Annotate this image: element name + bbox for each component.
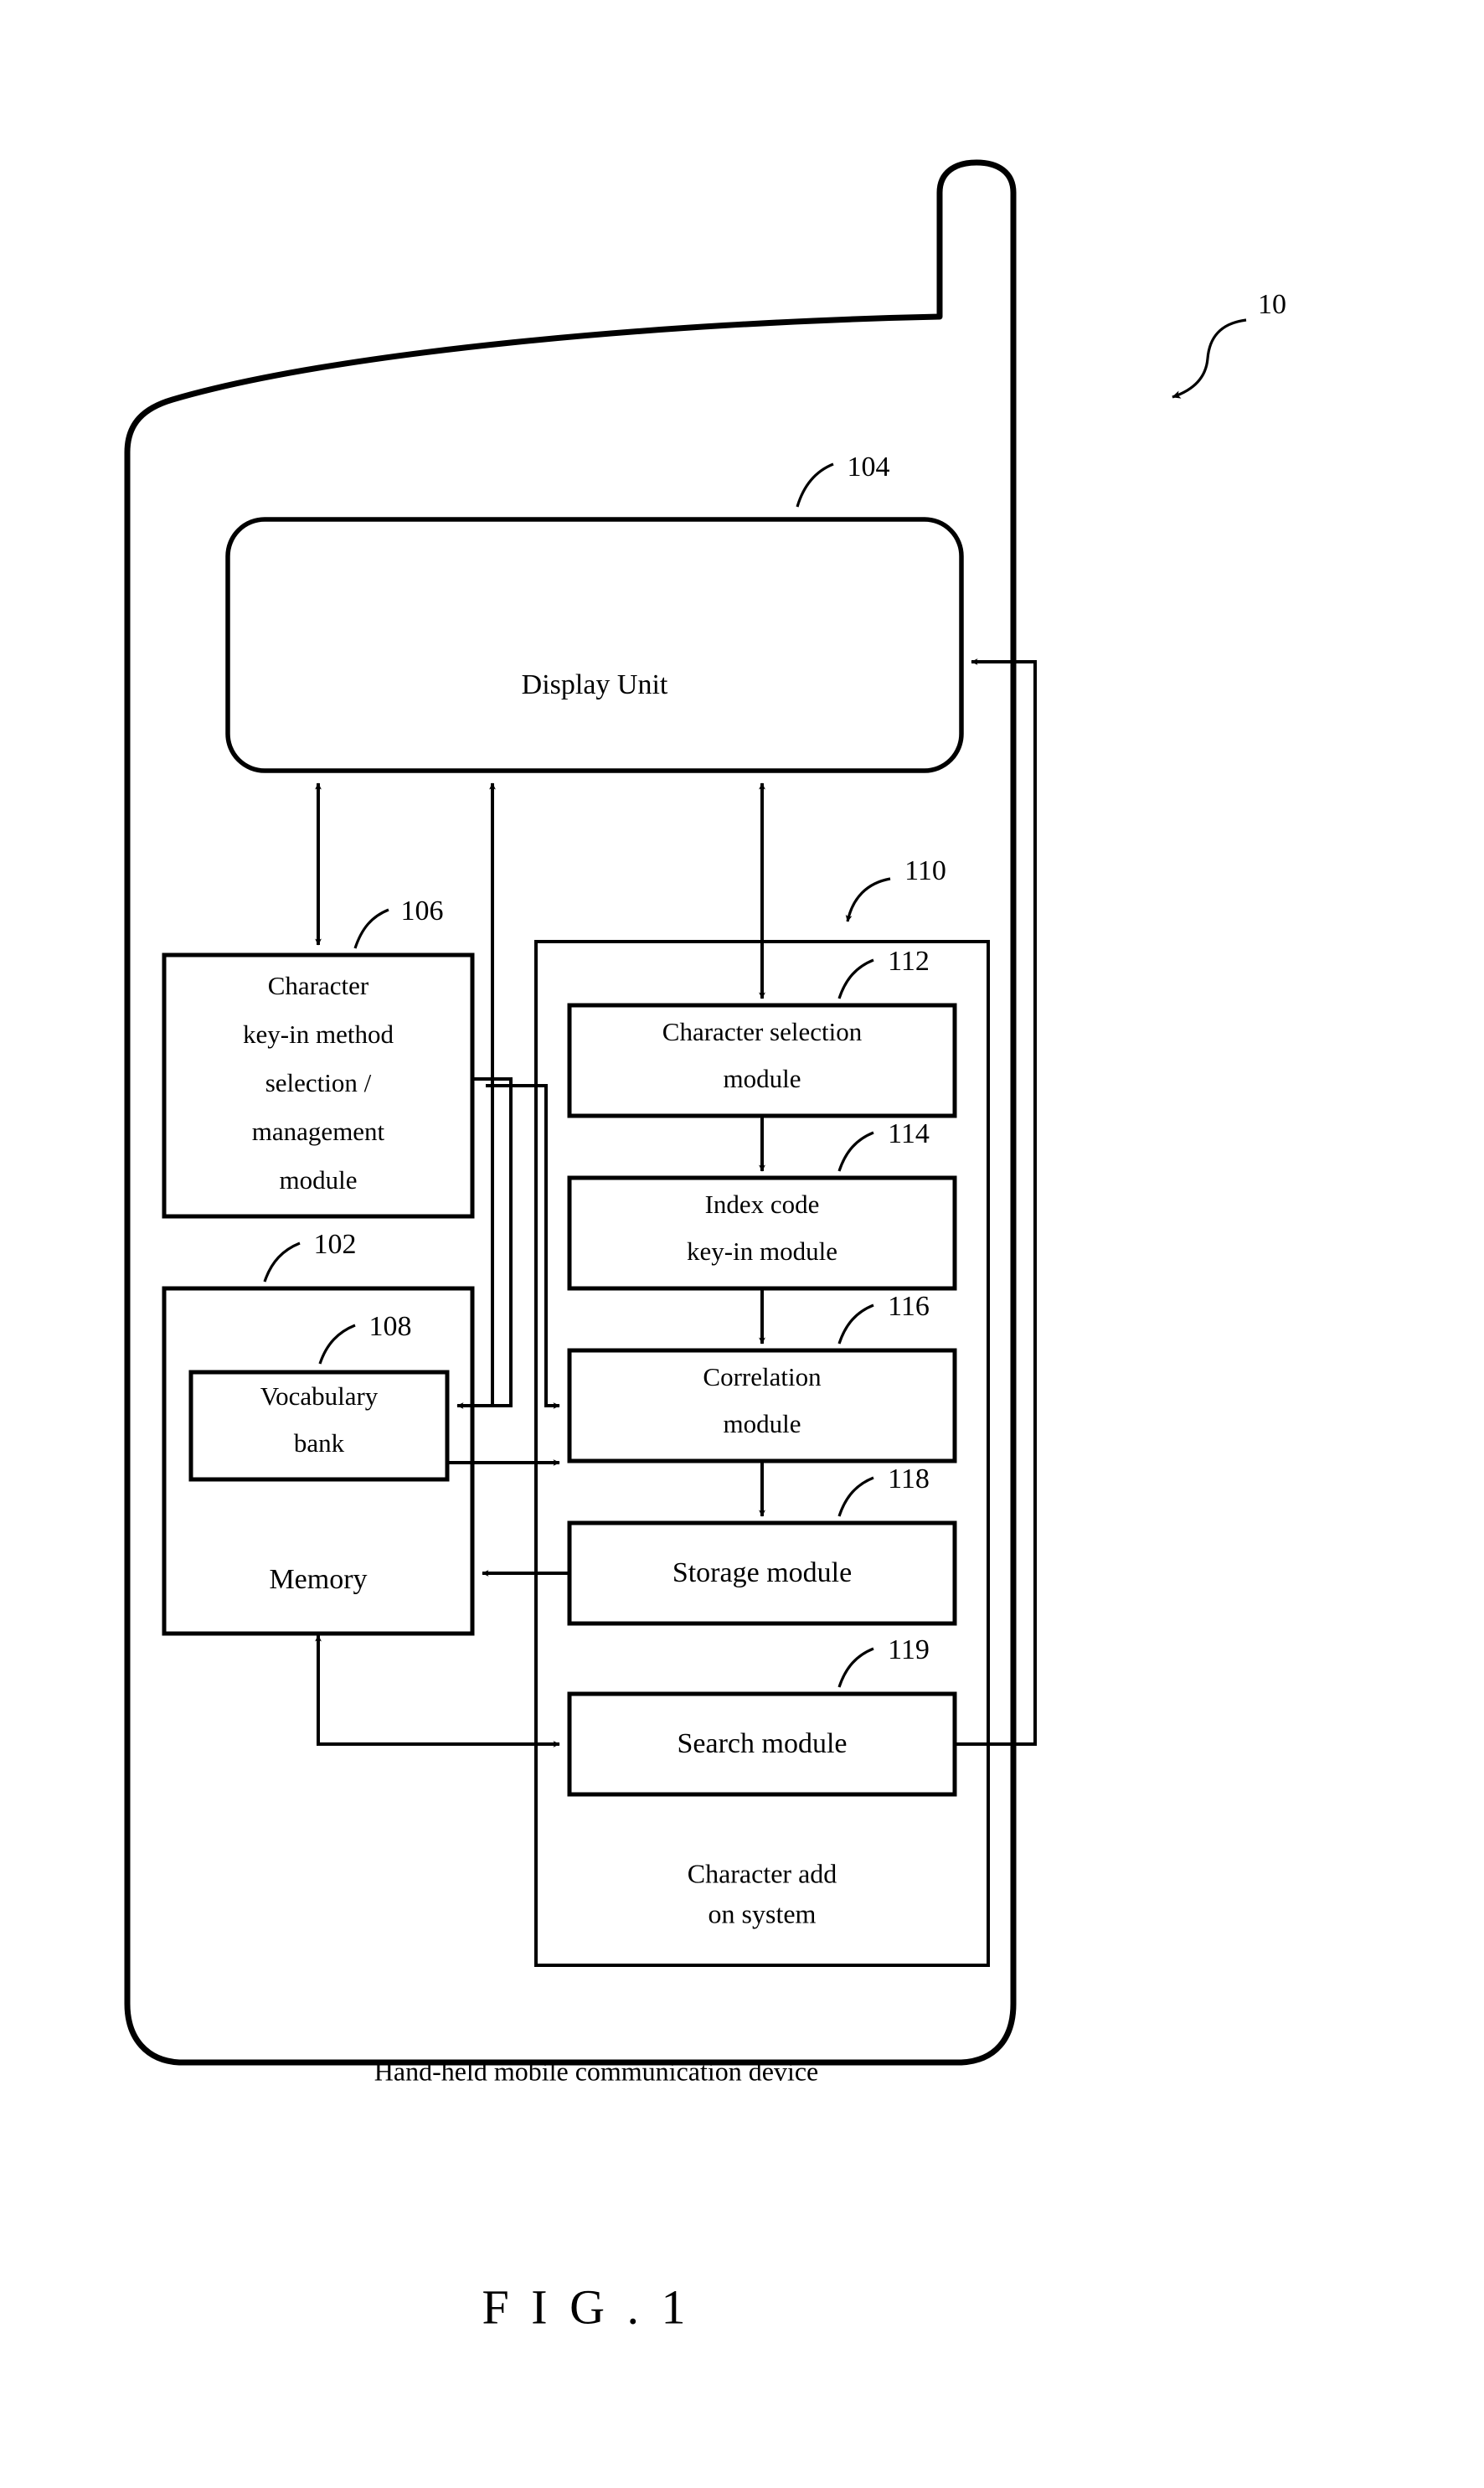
correlation-ref-116: 116 [888,1291,930,1322]
character-selection-line1: Character selection [662,1017,863,1046]
vocabulary-bank-line1: Vocabulary [260,1381,379,1411]
display-unit-box [225,517,964,773]
figure-caption: F I G . 1 [482,2279,691,2334]
vocabulary-bank-ref-108: 108 [369,1311,412,1342]
keyin-method-line2: key-in method [243,1019,394,1049]
character-add-on-system-box [534,940,990,1967]
memory-label: Memory [269,1564,367,1595]
keyin-method-line4: management [252,1117,385,1146]
character-selection-ref-112: 112 [888,946,930,977]
correlation-line1: Correlation [703,1362,822,1391]
system-label-line2: on system [709,1898,817,1928]
correlation-ref-leader [837,1303,874,1345]
index-code-keyin-ref-114: 114 [888,1118,930,1149]
character-selection-ref-leader [837,958,874,999]
memory-ref-102: 102 [314,1229,357,1260]
index-code-keyin-line2: key-in module [687,1236,837,1266]
keyin-method-ref-leader [353,908,389,949]
correlation-line2: module [724,1409,801,1438]
search-ref-119: 119 [888,1634,930,1665]
display-ref-leader [796,462,834,508]
keyin-method-line1: Character [268,971,369,1000]
figure-1-block-diagram: 10 Display Unit 104 Character add on sys… [124,159,1286,2334]
system-ref-leader [845,877,891,922]
storage-label: Storage module [672,1557,852,1588]
keyin-method-line3: selection / [265,1068,372,1097]
character-selection-line2: module [724,1064,801,1093]
display-ref-104: 104 [848,452,890,483]
vocabulary-bank-ref-leader [318,1324,356,1365]
index-code-keyin-ref-leader [837,1131,874,1172]
device-label: Hand-held mobile communication device [374,2056,819,2086]
connector-search-to-display-feedback [955,658,1037,1746]
system-ref-110: 110 [904,855,946,886]
search-ref-leader [837,1647,874,1688]
device-ref-leader [1172,318,1247,399]
storage-ref-leader [837,1476,874,1517]
memory-ref-leader [263,1241,301,1283]
connector-memory-to-search [317,1644,560,1747]
display-unit-label: Display Unit [522,669,668,700]
storage-ref-118: 118 [888,1463,930,1494]
connector-keyin-method-to-correlation [486,1084,560,1409]
keyin-method-line5: module [280,1165,358,1195]
connector-keyin-method-to-vocabulary-bank [456,1077,513,1409]
search-label: Search module [678,1728,848,1759]
vocabulary-bank-line2: bank [294,1428,345,1458]
index-code-keyin-line1: Index code [705,1190,820,1219]
keyin-method-ref-106: 106 [401,896,444,927]
device-ref-10: 10 [1258,289,1286,320]
system-label-line1: Character add [688,1858,837,1888]
patent-figure: 10 Display Unit 104 Character add on sys… [0,0,1484,2488]
